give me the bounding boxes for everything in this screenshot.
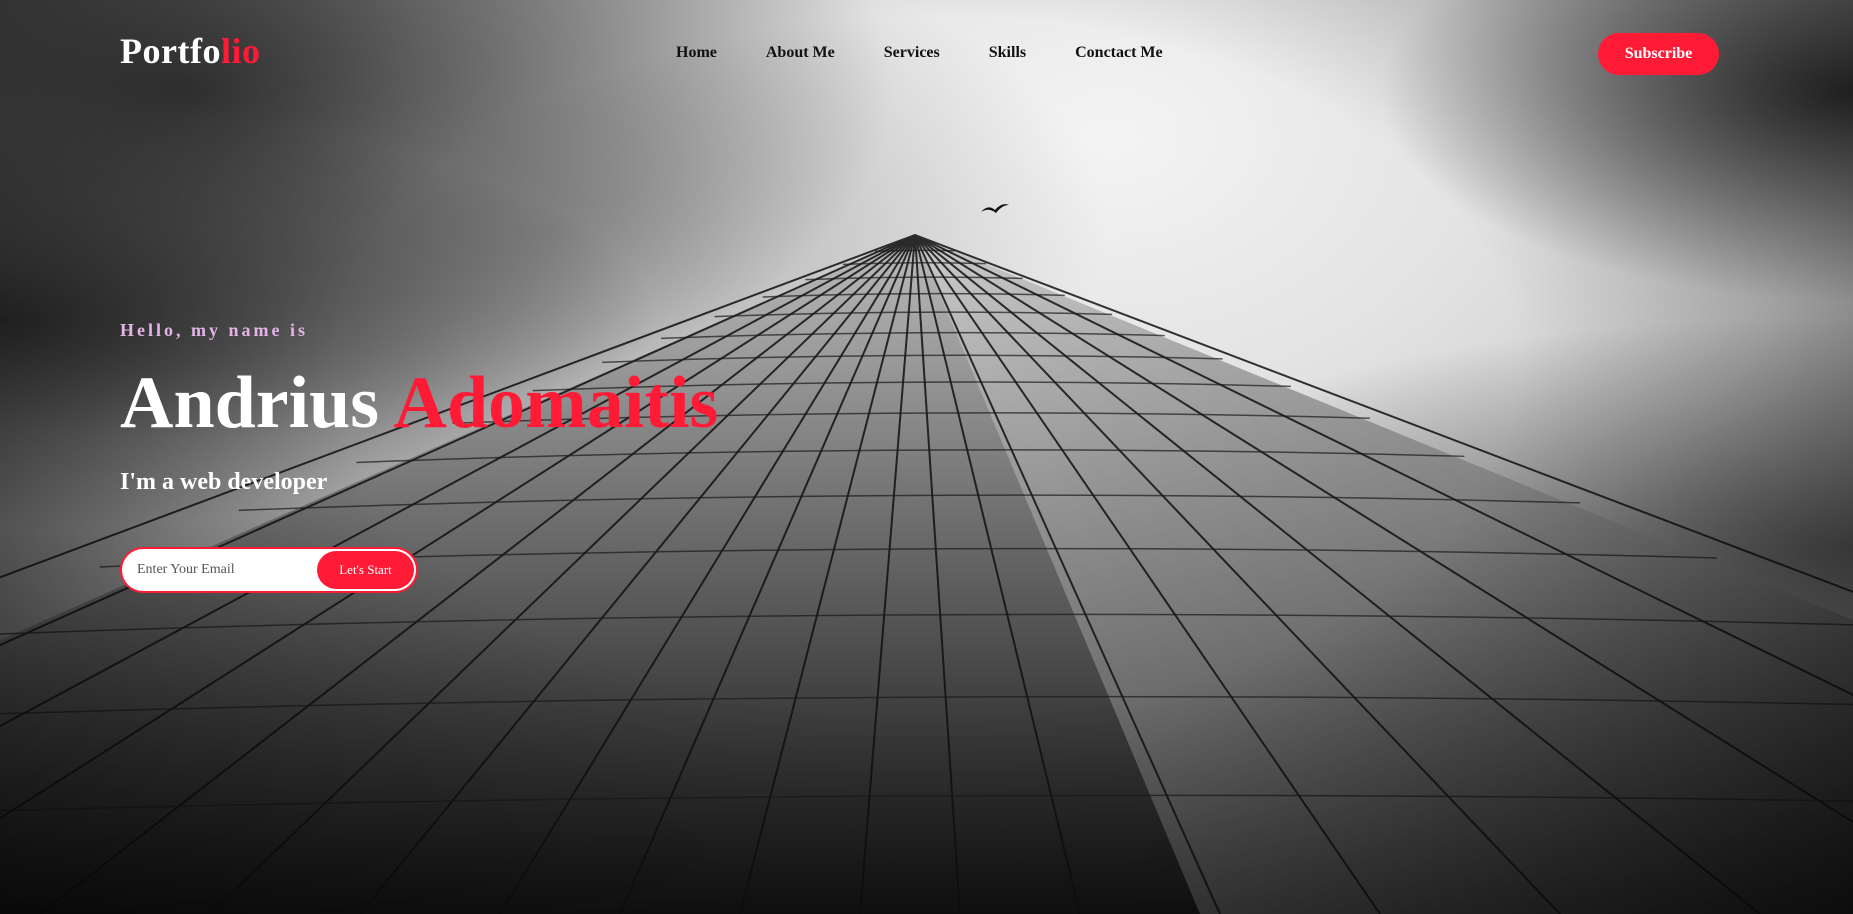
- hero-last-name: Adomaitis: [393, 362, 719, 444]
- email-input[interactable]: [122, 549, 317, 591]
- nav-contact-me[interactable]: Conctact Me: [1075, 44, 1163, 62]
- nav-about-me[interactable]: About Me: [766, 44, 835, 62]
- skyscraper-image: [0, 234, 1853, 914]
- main-nav: Home About Me Services Skills Conctact M…: [676, 44, 1163, 62]
- bird-icon: [981, 204, 1009, 213]
- subscribe-button[interactable]: Subscribe: [1598, 33, 1719, 75]
- hero-first-name: Andrius: [120, 362, 380, 444]
- hero-name: Andrius Adomaitis: [120, 366, 718, 440]
- email-signup-form: Let's Start: [120, 547, 418, 593]
- logo-main-text: Portfo: [120, 31, 221, 71]
- hero-greeting: Hello, my name is: [120, 320, 308, 340]
- nav-services[interactable]: Services: [884, 44, 940, 62]
- hero-tagline: I'm a web developer: [120, 469, 328, 495]
- hero-background: [0, 0, 1853, 914]
- logo[interactable]: Portfolio: [120, 30, 260, 72]
- page: Portfolio Home About Me Services Skills …: [0, 0, 1853, 914]
- lets-start-button[interactable]: Let's Start: [317, 551, 414, 589]
- nav-skills[interactable]: Skills: [989, 44, 1026, 62]
- logo-accent-text: lio: [220, 31, 261, 71]
- nav-home[interactable]: Home: [676, 44, 717, 62]
